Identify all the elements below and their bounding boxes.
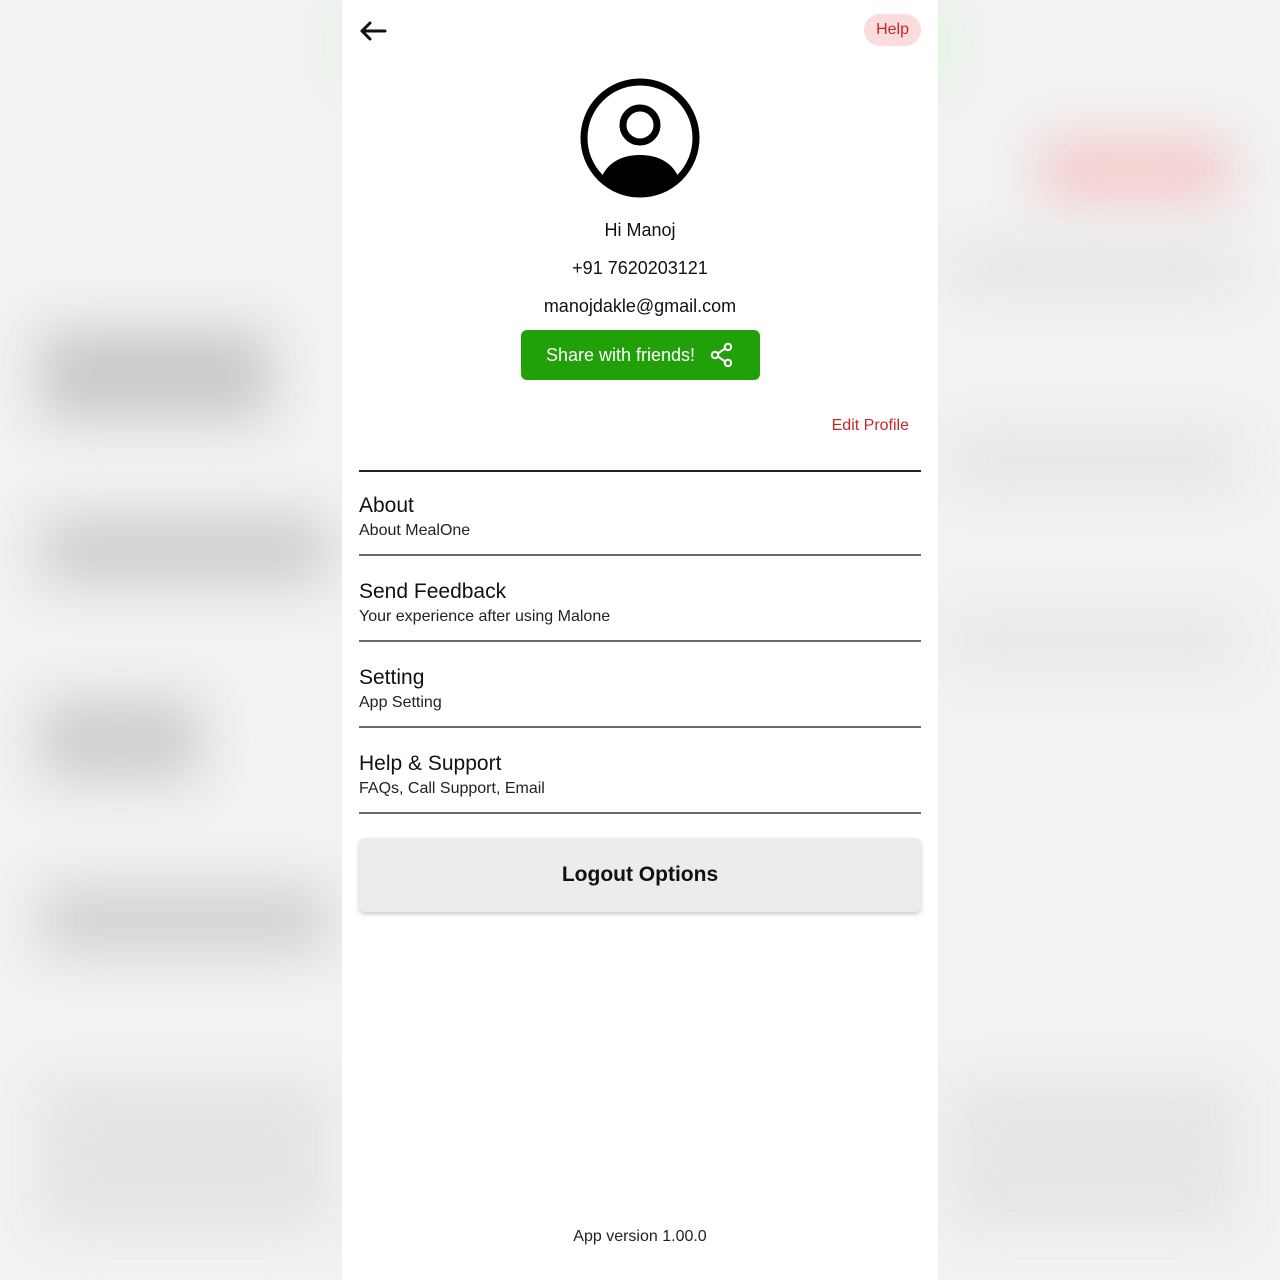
phone-number: +91 7620203121 [572, 258, 708, 278]
menu-item-subtitle: App Setting [359, 694, 442, 711]
help-button[interactable]: Help [864, 14, 921, 46]
greeting-text: Hi Manoj [604, 220, 676, 240]
background-blur [40, 885, 330, 955]
menu-item-setting[interactable]: Setting App Setting [359, 644, 921, 728]
menu-divider [359, 726, 921, 728]
menu-item-title: Setting [359, 666, 425, 689]
background-blur [40, 700, 200, 780]
menu-item-send-feedback[interactable]: Send Feedback Your experience after usin… [359, 558, 921, 642]
background-blur [950, 1080, 1240, 1230]
background-blur [950, 250, 1240, 290]
background-blur [950, 610, 1240, 670]
share-icon [710, 342, 733, 368]
email-address: manojdakle@gmail.com [543, 296, 737, 316]
background-blur [40, 515, 330, 585]
menu-item-about[interactable]: About About MealOne [359, 472, 921, 556]
menu-item-subtitle: Your experience after using Malone [359, 608, 611, 625]
app-version-text: App version 1.00.0 [573, 1228, 707, 1245]
menu-divider [359, 554, 921, 556]
edit-profile-link[interactable]: Edit Profile [832, 417, 909, 435]
back-button[interactable] [356, 14, 390, 48]
menu-item-title: Help & Support [359, 752, 502, 775]
background-blur [1040, 140, 1230, 200]
share-with-friends-button[interactable]: Share with friends! [521, 330, 760, 380]
logout-options-button[interactable]: Logout Options [359, 838, 921, 912]
menu-divider [359, 640, 921, 642]
arrow-left-icon [360, 21, 387, 41]
menu-item-help-support[interactable]: Help & Support FAQs, Call Support, Email [359, 730, 921, 814]
menu-item-title: Send Feedback [359, 580, 507, 603]
background-blur [40, 330, 270, 420]
profile-panel: Help Hi Manoj +91 7620203121 manojdakle@… [342, 0, 938, 1280]
menu-item-subtitle: FAQs, Call Support, Email [359, 780, 545, 797]
background-blur [950, 430, 1240, 490]
background-blur [40, 1080, 330, 1230]
menu-divider [359, 812, 921, 814]
menu-item-title: About [359, 494, 414, 517]
menu-item-subtitle: About MealOne [359, 522, 471, 539]
user-circle-icon [580, 78, 700, 198]
share-button-label: Share with friends! [545, 344, 696, 365]
